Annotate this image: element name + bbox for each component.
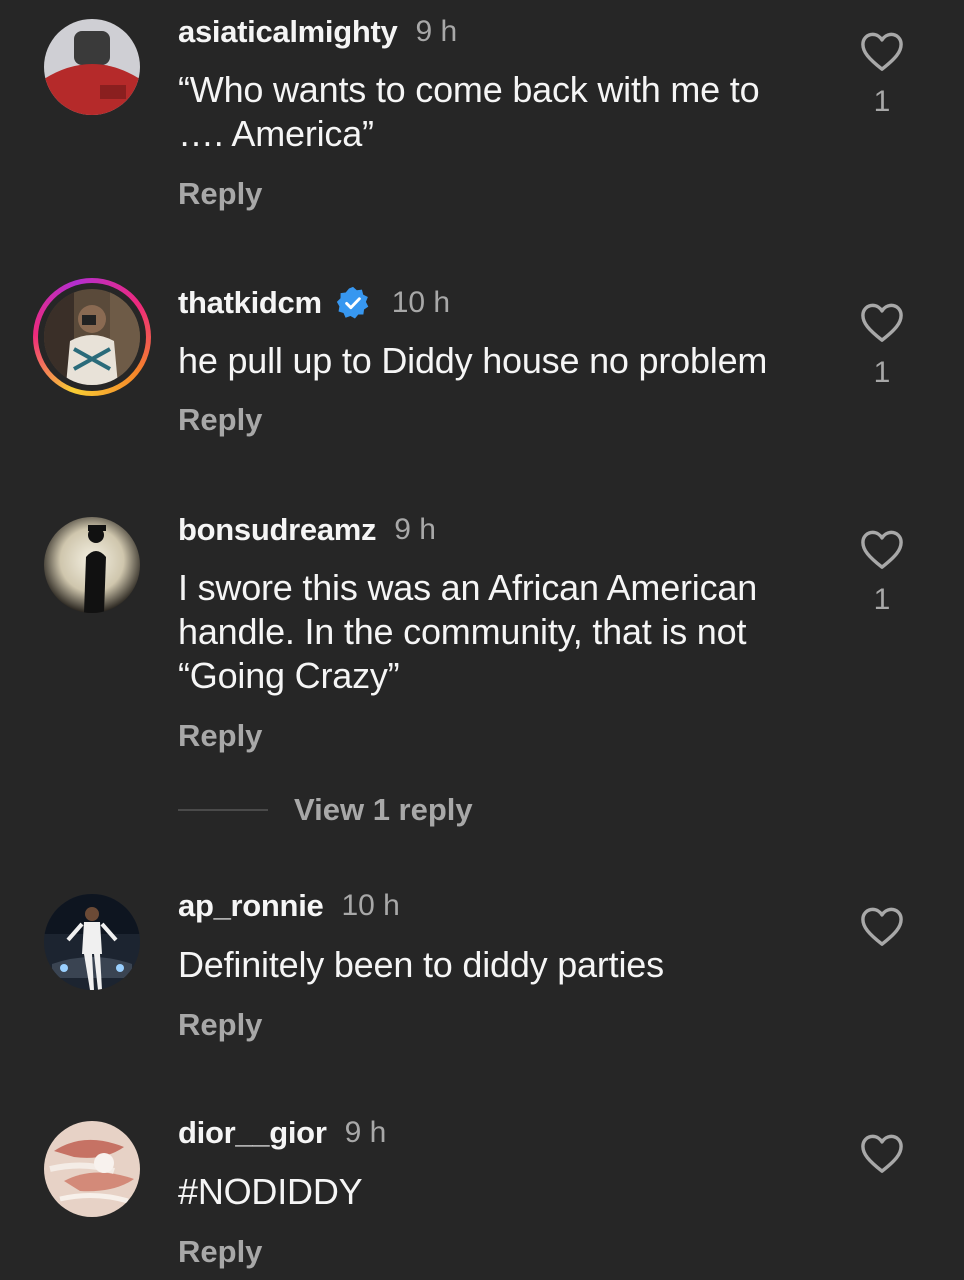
comment-item: dior__gior 9 h #NODIDDY Reply bbox=[0, 0, 964, 1280]
comment-hashtag[interactable]: #NODIDDY bbox=[178, 1170, 828, 1214]
comment-text: #NODIDDY bbox=[178, 1170, 828, 1214]
avatar[interactable] bbox=[44, 1121, 140, 1217]
reply-button[interactable]: Reply bbox=[178, 1234, 262, 1270]
comments-list: asiaticalmighty 9 h “Who wants to come b… bbox=[0, 0, 964, 1280]
heart-outline-icon[interactable] bbox=[859, 1132, 905, 1174]
comment-timestamp: 9 h bbox=[344, 1116, 387, 1149]
comment-username[interactable]: dior__gior bbox=[178, 1115, 327, 1151]
